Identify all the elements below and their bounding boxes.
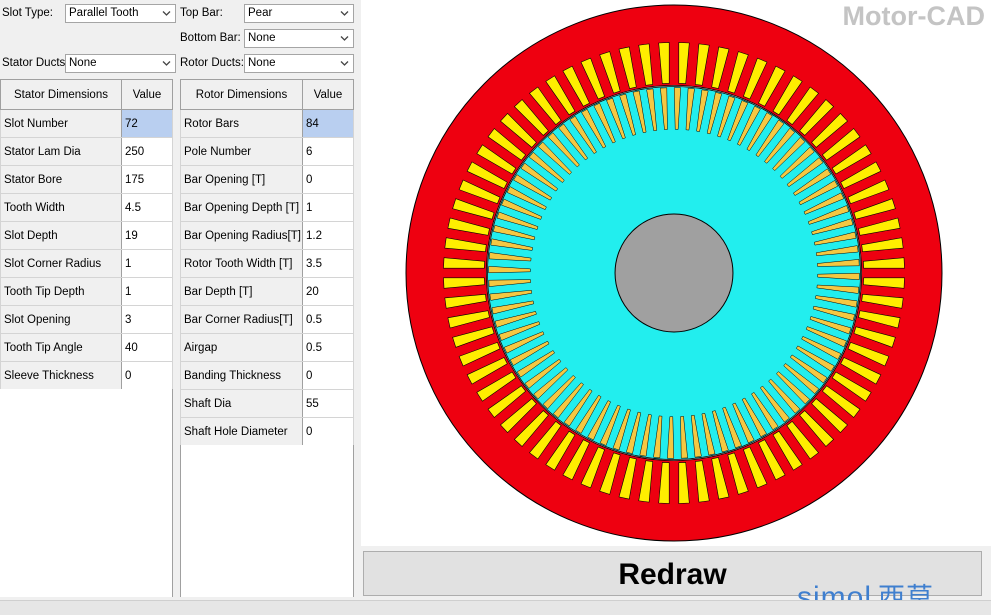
value-cell[interactable]: 1	[121, 277, 173, 306]
table-row: Stator Lam Dia 250	[0, 137, 173, 166]
row-label: Bar Opening Depth [T]	[180, 193, 303, 222]
top-bar-dropdown[interactable]: Pear	[244, 4, 354, 23]
row-label: Pole Number	[180, 137, 303, 166]
shaft	[614, 213, 734, 333]
value-cell[interactable]: 1	[302, 193, 354, 222]
row-label: Bar Opening Radius[T]	[180, 221, 303, 250]
chevron-down-icon	[340, 61, 349, 66]
value-cell[interactable]: 0	[302, 165, 354, 194]
table-row: Bar Depth [T] 20	[180, 277, 354, 306]
chevron-down-icon	[162, 11, 171, 16]
value-cell[interactable]: 175	[121, 165, 173, 194]
chevron-down-icon	[162, 61, 171, 66]
table-row: Rotor Bars 84	[180, 109, 354, 138]
row-label: Sleeve Thickness	[0, 361, 122, 390]
table-row: Slot Depth 19	[0, 221, 173, 250]
rotor-ducts-value: None	[248, 57, 276, 69]
value-cell[interactable]: 0.5	[302, 305, 354, 334]
value-cell[interactable]: 1	[121, 249, 173, 278]
slot-type-dropdown[interactable]: Parallel Tooth	[65, 4, 176, 23]
rotor-table-empty-area	[180, 445, 354, 597]
bottom-bar-value: None	[248, 32, 276, 44]
table-row: Slot Number 72	[0, 109, 173, 138]
stator-ducts-label: Stator Ducts:	[2, 57, 69, 69]
motor-cad-logo: Motor-CAD	[842, 1, 985, 31]
rotor-dimensions-table: Rotor Dimensions Value Rotor Bars 84 Pole…	[180, 79, 354, 446]
slot-type-value: Parallel Tooth	[69, 7, 139, 19]
rotor-ducts-dropdown[interactable]: None	[244, 54, 354, 73]
value-cell[interactable]: 1.2	[302, 221, 354, 250]
value-cell[interactable]: 19	[121, 221, 173, 250]
row-label: Slot Corner Radius	[0, 249, 122, 278]
table-row: Bar Corner Radius[T] 0.5	[180, 305, 354, 334]
value-cell[interactable]: 0.5	[302, 333, 354, 362]
row-label: Tooth Width	[0, 193, 122, 222]
rotor-dimensions-header: Rotor Dimensions	[180, 79, 303, 110]
row-label: Banding Thickness	[180, 361, 303, 390]
table-row: Shaft Dia 55	[180, 389, 354, 418]
table-row: Tooth Width 4.5	[0, 193, 173, 222]
value-cell[interactable]: 72	[121, 109, 173, 138]
row-label: Bar Corner Radius[T]	[180, 305, 303, 334]
stator-ducts-dropdown[interactable]: None	[65, 54, 176, 73]
value-cell[interactable]: 40	[121, 333, 173, 362]
table-row: Airgap 0.5	[180, 333, 354, 362]
row-label: Shaft Hole Diameter	[180, 417, 303, 446]
value-cell[interactable]: 250	[121, 137, 173, 166]
chevron-down-icon	[340, 36, 349, 41]
row-label: Tooth Tip Angle	[0, 333, 122, 362]
top-bar-value: Pear	[248, 7, 273, 19]
table-row: Rotor Tooth Width [T] 3.5	[180, 249, 354, 278]
table-row: Bar Opening Radius[T] 1.2	[180, 221, 354, 250]
value-cell[interactable]: 55	[302, 389, 354, 418]
stator-ducts-value: None	[69, 57, 97, 69]
table-row: Banding Thickness 0	[180, 361, 354, 390]
table-row: Slot Corner Radius 1	[0, 249, 173, 278]
value-cell[interactable]: 0	[302, 417, 354, 446]
row-label: Stator Lam Dia	[0, 137, 122, 166]
value-cell[interactable]: 84	[302, 109, 354, 138]
motor-cross-section-view[interactable]	[361, 0, 991, 546]
table-row: Bar Opening Depth [T] 1	[180, 193, 354, 222]
value-cell[interactable]: 3	[121, 305, 173, 334]
bottom-bar-dropdown[interactable]: None	[244, 29, 354, 48]
slot-type-label: Slot Type:	[2, 7, 53, 19]
table-row: Sleeve Thickness 0	[0, 361, 173, 390]
table-row: Slot Opening 3	[0, 305, 173, 334]
rotor-value-header: Value	[302, 79, 354, 110]
row-label: Rotor Tooth Width [T]	[180, 249, 303, 278]
table-row: Stator Bore 175	[0, 165, 173, 194]
stator-dimensions-header: Stator Dimensions	[0, 79, 122, 110]
row-label: Bar Depth [T]	[180, 277, 303, 306]
row-label: Shaft Dia	[180, 389, 303, 418]
rotor-ducts-label: Rotor Ducts:	[180, 57, 244, 69]
row-label: Slot Number	[0, 109, 122, 138]
table-row: Tooth Tip Depth 1	[0, 277, 173, 306]
value-cell[interactable]: 3.5	[302, 249, 354, 278]
horizontal-scrollbar[interactable]	[0, 600, 991, 615]
table-row: Pole Number 6	[180, 137, 354, 166]
row-label: Stator Bore	[0, 165, 122, 194]
stator-dimensions-table: Stator Dimensions Value Slot Number 72 St…	[0, 79, 173, 390]
bottom-bar-label: Bottom Bar:	[180, 32, 241, 44]
motor-radial-diagram	[405, 4, 943, 542]
chevron-down-icon	[340, 11, 349, 16]
stator-value-header: Value	[121, 79, 173, 110]
value-cell[interactable]: 0	[302, 361, 354, 390]
stator-table-empty-area	[0, 389, 173, 597]
top-bar-label: Top Bar:	[180, 7, 223, 19]
row-label: Slot Depth	[0, 221, 122, 250]
row-label: Slot Opening	[0, 305, 122, 334]
table-row: Bar Opening [T] 0	[180, 165, 354, 194]
value-cell[interactable]: 20	[302, 277, 354, 306]
value-cell[interactable]: 0	[121, 361, 173, 390]
row-label: Airgap	[180, 333, 303, 362]
row-label: Tooth Tip Depth	[0, 277, 122, 306]
value-cell[interactable]: 6	[302, 137, 354, 166]
table-row: Shaft Hole Diameter 0	[180, 417, 354, 446]
row-label: Bar Opening [T]	[180, 165, 303, 194]
row-label: Rotor Bars	[180, 109, 303, 138]
value-cell[interactable]: 4.5	[121, 193, 173, 222]
table-row: Tooth Tip Angle 40	[0, 333, 173, 362]
